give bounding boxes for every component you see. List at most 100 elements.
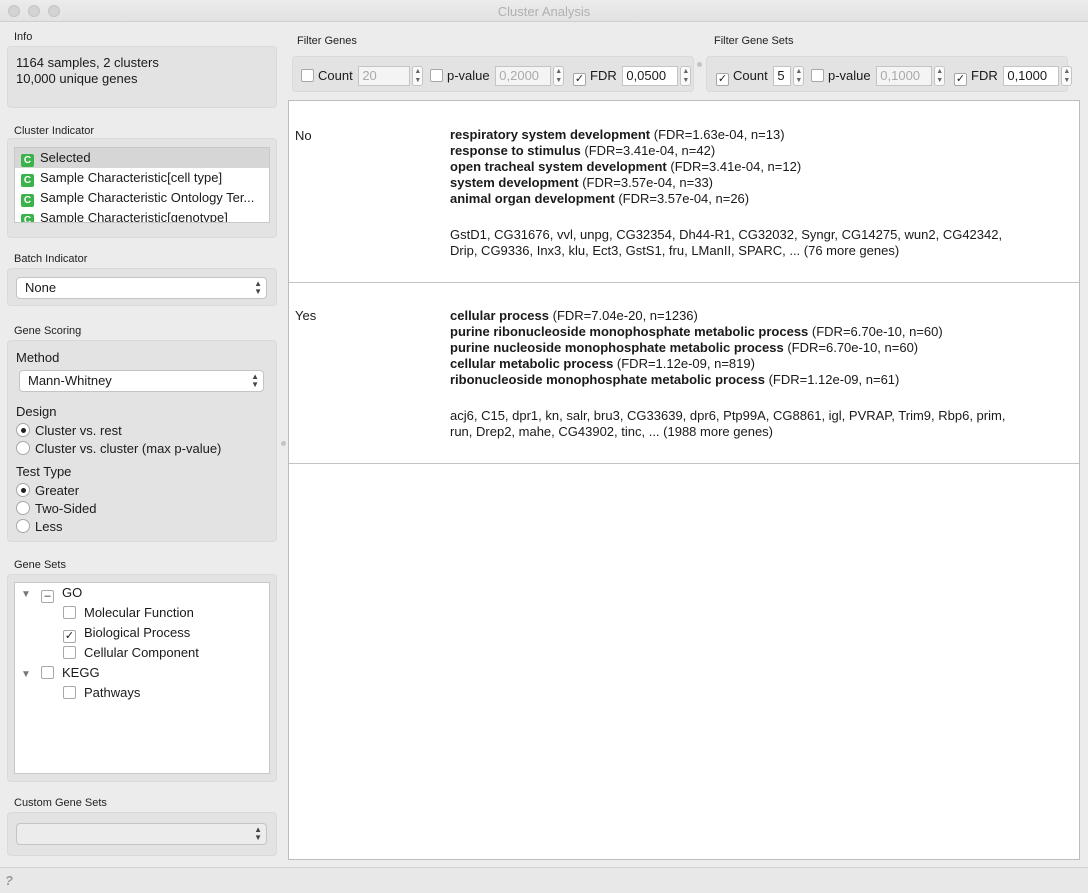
filter-gene-sets-pvalue-input[interactable]: 0,1000 [876,66,933,86]
checkbox-icon[interactable] [63,606,76,619]
term-item: ribonucleoside monophosphate metabolic p… [450,372,900,387]
partial-checkbox-icon[interactable]: – [41,590,54,603]
filter-splitter-handle[interactable] [697,62,702,67]
title-bar: Cluster Analysis [0,0,1088,22]
gene-set-terms: respiratory system development (FDR=1.63… [450,127,801,207]
select-arrows-icon: ▲ ▼ [251,372,259,389]
control-panel: Info 1164 samples, 2 clusters 10,000 uni… [0,22,283,867]
filter-genes-pvalue-input[interactable]: 0,2000 [495,66,552,86]
design-label: Design [16,404,57,419]
test-type-two-sided-radio[interactable]: Two-Sided [16,500,96,518]
term-item: cellular process (FDR=7.04e-20, n=1236) [450,308,698,323]
cluster-indicator-item[interactable]: C Sample Characteristic Ontology Ter... [15,188,269,208]
custom-gene-sets-select[interactable]: ▲ ▼ [16,823,267,845]
gene-scoring-box: Method Mann-Whitney ▲ ▼ Design Cluster vs… [7,340,277,542]
checkbox-icon[interactable] [63,686,76,699]
filter-genes-count: Count 20 ▲ ▼ [301,66,424,86]
info-samples: 1164 samples, 2 clusters [16,55,159,70]
design-cluster-vs-rest-radio[interactable]: Cluster vs. rest [16,422,122,440]
term-item: purine ribonucleoside monophosphate meta… [450,324,943,339]
stepper-icon[interactable]: ▲ ▼ [934,66,946,86]
test-type-greater-radio[interactable]: Greater [16,482,79,500]
stepper-icon[interactable]: ▲ ▼ [793,66,805,86]
checkbox-checked-icon[interactable]: ✓ [63,630,76,643]
filter-gene-sets-pvalue-checkbox[interactable] [811,69,824,82]
stepper-icon[interactable]: ▲ ▼ [680,66,692,86]
tree-item-cellular-component[interactable]: Cellular Component [63,643,199,663]
term-item: response to stimulus (FDR=3.41e-04, n=42… [450,143,716,158]
tree-item-biological-process[interactable]: ✓ Biological Process [63,623,190,643]
stepper-icon[interactable]: ▲ ▼ [412,66,424,86]
gene-sets-label: Gene Sets [14,559,66,571]
term-item: purine nucleoside monophosphate metaboli… [450,340,919,355]
gene-set-terms: cellular process (FDR=7.04e-20, n=1236) … [450,308,943,388]
table-row[interactable]: Yes cellular process (FDR=7.04e-20, n=12… [289,283,1079,464]
cluster-indicator-item[interactable]: C Sample Characteristic[genotype] [15,208,269,222]
checkbox-icon[interactable] [41,666,54,679]
info-text: 1164 samples, 2 clusters 10,000 unique g… [16,55,159,87]
filter-gene-sets-count-checkbox[interactable]: ✓ [716,73,729,86]
method-label: Method [16,350,60,365]
window-title: Cluster Analysis [497,4,591,19]
method-select[interactable]: Mann-Whitney ▲ ▼ [19,370,264,392]
radio-selected-icon [16,423,30,437]
custom-gene-sets-label: Custom Gene Sets [14,797,107,809]
cluster-label: Yes [295,308,317,323]
test-type-less-radio[interactable]: Less [16,518,62,536]
categorical-variable-icon: C [21,154,34,167]
filter-gene-sets-label: Filter Gene Sets [714,35,794,47]
help-icon[interactable]: ? [5,873,13,888]
stepper-icon[interactable]: ▲ ▼ [553,66,565,86]
expand-triangle-icon[interactable]: ▼ [21,665,31,685]
stepper-icon[interactable]: ▲ ▼ [1061,66,1073,86]
term-item: cellular metabolic process (FDR=1.12e-09… [450,356,755,371]
filter-gene-sets-count-input[interactable]: 5 [773,66,792,86]
categorical-variable-icon: C [21,194,34,207]
filter-genes-fdr-input[interactable]: 0,0500 [622,66,679,86]
filter-genes-fdr-checkbox[interactable]: ✓ [573,73,586,86]
test-type-label: Test Type [16,464,72,479]
filter-genes-count-input[interactable]: 20 [358,66,411,86]
filter-gene-sets-box: ✓ Count 5 ▲ ▼ p-value 0,1000 ▲ ▼ ✓ FDR 0,1000 ▲… [706,56,1073,92]
table-row[interactable]: No respiratory system development (FDR=1… [289,101,1079,283]
batch-indicator-label: Batch Indicator [14,253,88,265]
tree-item-pathways[interactable]: Pathways [63,683,140,703]
results-table[interactable]: No respiratory system development (FDR=1… [288,100,1080,860]
radio-unselected-icon [16,519,30,533]
filter-genes-count-checkbox[interactable] [301,69,314,82]
select-arrows-icon: ▲ ▼ [254,825,262,842]
checkbox-icon[interactable] [63,646,76,659]
tree-item-kegg[interactable]: ▼ KEGG [21,663,100,683]
cluster-label: No [295,128,312,143]
filter-gene-sets-fdr-input[interactable]: 0,1000 [1003,66,1060,86]
filter-gene-sets-fdr-checkbox[interactable]: ✓ [954,73,967,86]
term-item: open tracheal system development (FDR=3.… [450,159,802,174]
tree-item-go[interactable]: ▼ – GO [21,583,82,603]
filter-genes-pvalue-checkbox[interactable] [430,69,443,82]
filter-genes-pvalue: p-value 0,2000 ▲ ▼ [430,66,565,86]
gene-sets-tree[interactable]: ▼ – GO Molecular Function ✓ Biological Proc… [14,582,270,774]
gene-list: GstD1, CG31676, vvl, unpg, CG32354, Dh44… [450,227,1003,258]
filter-genes-fdr: ✓ FDR 0,0500 ▲ ▼ [573,66,692,86]
batch-indicator-select[interactable]: None ▲ ▼ [16,277,267,299]
info-box: 1164 samples, 2 clusters 10,000 unique g… [7,46,277,108]
expand-triangle-icon[interactable]: ▼ [21,585,31,605]
term-item: system development (FDR=3.57e-04, n=33) [450,175,714,190]
design-cluster-vs-cluster-radio[interactable]: Cluster vs. cluster (max p-value) [16,440,221,458]
radio-unselected-icon [16,441,30,455]
radio-selected-icon [16,483,30,497]
tree-item-molecular-function[interactable]: Molecular Function [63,603,194,623]
splitter-handle[interactable] [281,441,286,446]
filter-gene-sets-count: ✓ Count 5 ▲ ▼ [716,66,805,86]
categorical-variable-icon: C [21,174,34,187]
gene-list: acj6, C15, dpr1, kn, salr, bru3, CG33639… [450,408,1006,439]
radio-unselected-icon [16,501,30,515]
cluster-indicator-item[interactable]: C Sample Characteristic[cell type] [15,168,269,188]
filter-genes-box: Count 20 ▲ ▼ p-value 0,2000 ▲ ▼ ✓ FDR 0,0500 ▲… [292,56,694,92]
gene-scoring-label: Gene Scoring [14,325,82,337]
info-genes: 10,000 unique genes [16,71,138,86]
cluster-indicator-list[interactable]: C Selected C Sample Characteristic[cell ty… [14,147,270,223]
status-bar: ? [0,867,1088,893]
cluster-indicator-label: Cluster Indicator [14,125,95,137]
cluster-indicator-item[interactable]: C Selected [15,148,269,168]
